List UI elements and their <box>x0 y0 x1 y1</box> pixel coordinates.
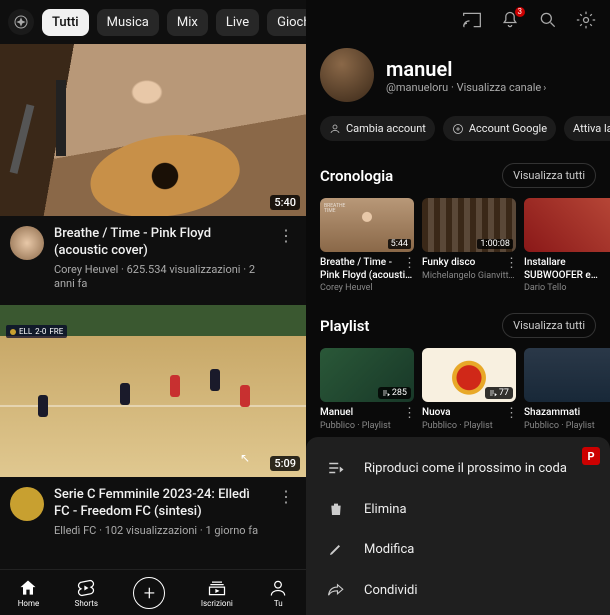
playlist-icon <box>382 389 390 397</box>
item-more-icon[interactable]: ⋮ <box>403 406 416 421</box>
video-more-icon[interactable]: ⋮ <box>276 226 296 291</box>
nav-subscriptions[interactable]: Iscrizioni <box>201 578 233 608</box>
history-section-header: Cronologia Visualizza tutti <box>306 157 610 198</box>
video-more-icon[interactable]: ⋮ <box>276 487 296 538</box>
channel-avatar[interactable] <box>10 226 44 260</box>
home-feed-pane: Tutti Musica Mix Live Giochi Lavo 5:40 B… <box>0 0 306 615</box>
playlist-icon <box>489 389 497 397</box>
playlist-view-all-button[interactable]: Visualizza tutti <box>502 313 596 338</box>
cursor-icon: ↖ <box>240 451 250 465</box>
item-more-icon[interactable]: ⋮ <box>505 406 518 421</box>
history-item[interactable]: 1:00:08 Funky disco Michelangelo Gianvit… <box>422 198 516 293</box>
history-view-all-button[interactable]: Visualizza tutti <box>502 163 596 188</box>
history-scroll[interactable]: 5:44 Breathe / Time - Pink Floyd (acoust… <box>306 198 610 307</box>
google-icon <box>452 123 464 135</box>
settings-gear-icon[interactable] <box>576 10 596 30</box>
category-chip-row: Tutti Musica Mix Live Giochi Lavo <box>0 0 306 44</box>
video-card[interactable]: 5:40 Breathe / Time - Pink Floyd (acoust… <box>0 44 306 305</box>
switch-icon <box>329 123 341 135</box>
pencil-icon <box>326 541 346 557</box>
queue-next-icon <box>326 459 346 477</box>
notif-badge: 3 <box>515 7 526 17</box>
premium-badge: P <box>582 447 600 465</box>
nav-you[interactable]: Tu <box>268 578 288 608</box>
history-item[interactable]: Installare SUBWOOFER e… Dario Tello ⋮ <box>524 198 610 293</box>
item-more-icon[interactable]: ⋮ <box>505 256 518 271</box>
chip-musica[interactable]: Musica <box>97 9 159 36</box>
account-action-row: Cambia account Account Google Attiva la … <box>306 116 610 157</box>
item-more-icon[interactable]: ⋮ <box>403 256 416 271</box>
profile-header[interactable]: manuel @manueloru · Visualizza canale› <box>306 40 610 116</box>
playlist-scroll[interactable]: 285 Manuel Pubblico · Playlist ⋮ 77 Nuov… <box>306 348 610 445</box>
video-duration: 5:40 <box>270 195 300 210</box>
chip-tutti[interactable]: Tutti <box>42 9 89 36</box>
video-title: Breathe / Time - Pink Floyd (acoustic co… <box>54 226 266 260</box>
incognito-chip[interactable]: Attiva la navigazione <box>564 116 610 141</box>
sheet-share[interactable]: Condividi <box>306 569 610 611</box>
channel-avatar[interactable] <box>10 487 44 521</box>
profile-name: manuel <box>386 57 546 81</box>
playlist-item[interactable]: 285 Manuel Pubblico · Playlist ⋮ <box>320 348 414 431</box>
chip-mix[interactable]: Mix <box>167 9 208 36</box>
video-thumbnail[interactable]: 5:40 <box>0 44 306 216</box>
profile-avatar[interactable] <box>320 48 374 102</box>
sheet-delete[interactable]: Elimina <box>306 489 610 529</box>
video-card[interactable]: ELL 2-0 FRE ↖ 5:09 Serie C Femminile 202… <box>0 305 306 552</box>
history-item[interactable]: 5:44 Breathe / Time - Pink Floyd (acoust… <box>320 198 414 293</box>
account-pane: 3 manuel @manueloru · Visualizza canale›… <box>306 0 610 615</box>
video-feed[interactable]: 5:40 Breathe / Time - Pink Floyd (acoust… <box>0 44 306 569</box>
video-title: Serie C Femminile 2023-24: Elledì FC - F… <box>54 487 266 521</box>
trash-icon <box>326 501 346 517</box>
nav-create-icon[interactable]: + <box>133 577 165 609</box>
chevron-right-icon: › <box>543 83 546 94</box>
notifications-icon[interactable]: 3 <box>500 10 520 30</box>
history-title: Cronologia <box>320 167 393 185</box>
playlist-item[interactable]: 77 Nuova Pubblico · Playlist ⋮ <box>422 348 516 431</box>
playlist-title: Playlist <box>320 317 369 335</box>
video-duration: 5:09 <box>270 456 300 471</box>
chip-live[interactable]: Live <box>216 9 259 36</box>
sheet-play-next[interactable]: Riproduci come il prossimo in coda <box>306 447 610 489</box>
video-subtitle: Corey Heuvel · 625.534 visualizzazioni ·… <box>54 263 266 292</box>
bottom-sheet-menu: P Riproduci come il prossimo in coda Eli… <box>306 437 610 615</box>
cast-icon[interactable] <box>462 10 482 30</box>
video-thumbnail[interactable]: ELL 2-0 FRE ↖ 5:09 <box>0 305 306 477</box>
google-account-chip[interactable]: Account Google <box>443 116 556 141</box>
sheet-edit[interactable]: Modifica <box>306 529 610 569</box>
nav-shorts[interactable]: Shorts <box>75 578 98 608</box>
explore-compass-icon[interactable] <box>8 9 34 35</box>
top-icon-row: 3 <box>306 0 610 40</box>
video-subtitle: Elledì FC · 102 visualizzazioni · 1 gior… <box>54 524 266 538</box>
search-icon[interactable] <box>538 10 558 30</box>
nav-home[interactable]: Home <box>18 578 40 608</box>
share-icon <box>326 581 346 599</box>
switch-account-chip[interactable]: Cambia account <box>320 116 435 141</box>
profile-handle: @manueloru · Visualizza canale› <box>386 81 546 94</box>
bottom-nav: Home Shorts + Iscrizioni Tu <box>0 569 306 615</box>
playlist-item[interactable]: Shazammati Pubblico · Playlist ⋮ <box>524 348 610 431</box>
playlist-section-header: Playlist Visualizza tutti <box>306 307 610 348</box>
scoreboard: ELL 2-0 FRE <box>6 325 67 338</box>
chip-giochi[interactable]: Giochi <box>267 9 306 36</box>
